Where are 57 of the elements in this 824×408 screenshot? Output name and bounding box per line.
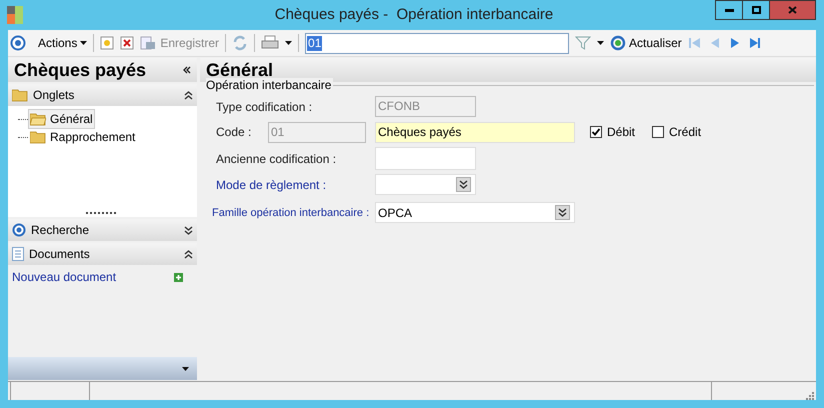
new-document-link[interactable]: Nouveau document [12, 268, 116, 286]
close-icon [788, 6, 797, 14]
close-button[interactable] [769, 0, 816, 20]
field-label: Famille opération interbancaire : [212, 207, 370, 220]
caret-icon[interactable] [597, 41, 604, 45]
tree-item[interactable]: Rapprochement [28, 127, 138, 147]
field-label: Code : [215, 124, 252, 141]
folder-icon [12, 88, 28, 102]
checkbox[interactable]: Débit [590, 123, 636, 141]
caret-icon[interactable] [285, 41, 292, 45]
actions-menu[interactable]: Actions [38, 34, 88, 52]
chevron-icon [459, 180, 468, 189]
section-title: Documents [29, 246, 90, 263]
check-icon [591, 127, 601, 137]
dropdown-button[interactable] [555, 205, 570, 220]
collapse-icon[interactable] [183, 66, 191, 74]
splitter-handle[interactable] [86, 212, 116, 214]
app-icon [7, 6, 23, 24]
document-icon [12, 247, 24, 261]
printer-icon[interactable] [261, 35, 280, 51]
dropdown-button[interactable] [456, 177, 471, 192]
chevron-icon[interactable] [184, 250, 193, 258]
dropdown-field[interactable] [375, 174, 476, 195]
section-title: Onglets [33, 87, 74, 104]
checkbox[interactable]: Crédit [652, 123, 702, 141]
delete-icon[interactable] [120, 36, 134, 50]
chevron-icon [558, 208, 567, 217]
dropdown-field[interactable]: OPCA [375, 202, 575, 223]
tree-item[interactable]: Général [28, 109, 95, 129]
section-header[interactable]: Onglets [8, 84, 197, 106]
section-header[interactable]: Documents [8, 243, 197, 265]
chevron-icon[interactable] [184, 90, 193, 100]
refresh-button[interactable]: Actualiser [610, 34, 682, 52]
window-title: Chèques payés - Opération interbancaire [274, 4, 554, 25]
caret-icon[interactable] [80, 41, 88, 45]
minimize-button[interactable] [715, 0, 742, 20]
input-field[interactable] [375, 147, 476, 170]
sidebar-title: Chèques payés [14, 58, 146, 82]
refresh-icon [610, 35, 626, 51]
field-label: Ancienne codification : [215, 150, 338, 168]
target-icon[interactable] [10, 35, 26, 51]
target-icon [12, 223, 26, 237]
last-icon[interactable] [748, 36, 762, 50]
add-icon[interactable] [174, 272, 183, 282]
save-icon [140, 36, 156, 50]
new-document-icon[interactable] [100, 36, 114, 50]
resize-grip-icon[interactable] [806, 392, 814, 400]
folder-icon [30, 112, 46, 126]
chevron-icon[interactable] [184, 226, 193, 234]
caret-icon[interactable] [182, 366, 189, 370]
search-field[interactable]: 01 [305, 32, 570, 54]
content-title: Général [206, 58, 274, 80]
section-title: Recherche [31, 222, 90, 239]
section-header[interactable]: Recherche [8, 219, 197, 241]
group-title: Opération interbancaire [206, 78, 334, 93]
field-label: Type codification : [215, 98, 314, 116]
field-label: Mode de règlement : [215, 176, 328, 194]
